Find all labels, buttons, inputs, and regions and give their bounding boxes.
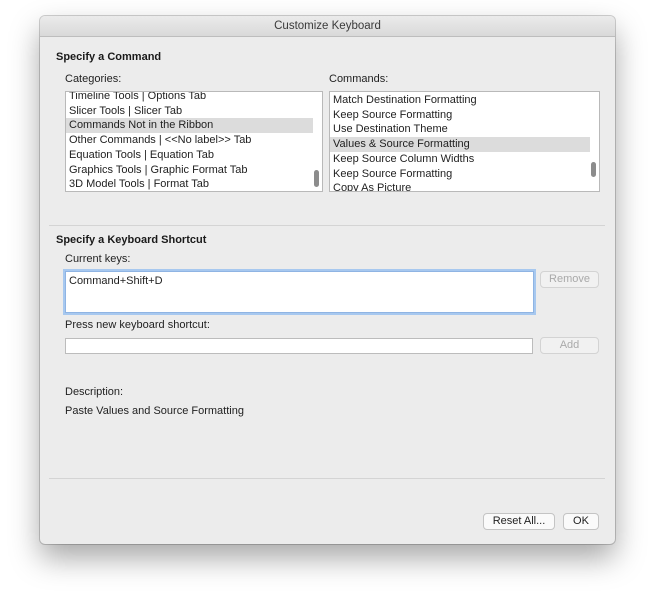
command-list-item[interactable]: Use Destination Theme [330, 122, 590, 137]
new-shortcut-label: Press new keyboard shortcut: [65, 319, 210, 331]
commands-label: Commands: [329, 73, 389, 85]
command-list-item[interactable]: Keep Source Column Widths [330, 152, 590, 167]
commands-scrollbar-thumb[interactable] [591, 162, 596, 177]
section-divider [49, 225, 605, 226]
categories-label: Categories: [65, 73, 122, 85]
category-list-item[interactable]: Slicer Tools | Slicer Tab [66, 104, 313, 119]
specify-command-heading: Specify a Command [56, 51, 162, 63]
customize-keyboard-dialog: Customize Keyboard Specify a Command Cat… [40, 16, 615, 544]
current-keys-label: Current keys: [65, 253, 131, 265]
description-text: Paste Values and Source Formatting [65, 405, 244, 417]
add-button[interactable]: Add [540, 337, 599, 354]
categories-scrollbar-thumb[interactable] [314, 170, 319, 187]
command-list-item[interactable]: Values & Source Formatting [330, 137, 590, 153]
new-shortcut-input[interactable] [65, 338, 533, 354]
category-list-item[interactable]: Graphics Tools | Graphic Format Tab [66, 163, 313, 178]
category-list-item[interactable]: Commands Not in the Ribbon [66, 118, 313, 134]
command-list-item[interactable]: Keep Source Formatting [330, 108, 590, 123]
category-list-item[interactable]: Timeline Tools | Options Tab [66, 92, 313, 104]
footer-divider [49, 478, 605, 479]
command-list-item[interactable]: Match Destination Formatting [330, 93, 590, 108]
window-title: Customize Keyboard [40, 16, 615, 37]
command-list-item[interactable]: Copy As Picture [330, 181, 590, 191]
ok-button[interactable]: OK [563, 513, 599, 530]
category-list-item[interactable]: Equation Tools | Equation Tab [66, 148, 313, 163]
category-list-item[interactable]: Other Commands | <<No label>> Tab [66, 133, 313, 148]
specify-shortcut-heading: Specify a Keyboard Shortcut [56, 234, 207, 246]
categories-listbox[interactable]: 3D Model Tools | Format Tab Graphics Tool… [65, 91, 323, 192]
current-key-item[interactable]: Command+Shift+D [69, 275, 163, 287]
command-list-item[interactable]: Keep Source Formatting [330, 167, 590, 182]
commands-listbox[interactable]: Copy As Picture Keep Source Formatting Kee… [329, 91, 600, 192]
current-keys-list[interactable]: Command+Shift+D [65, 271, 534, 313]
description-label: Description: [65, 386, 124, 398]
remove-button[interactable]: Remove [540, 271, 599, 288]
reset-all-button[interactable]: Reset All... [483, 513, 555, 530]
category-list-item[interactable]: 3D Model Tools | Format Tab [66, 177, 313, 191]
